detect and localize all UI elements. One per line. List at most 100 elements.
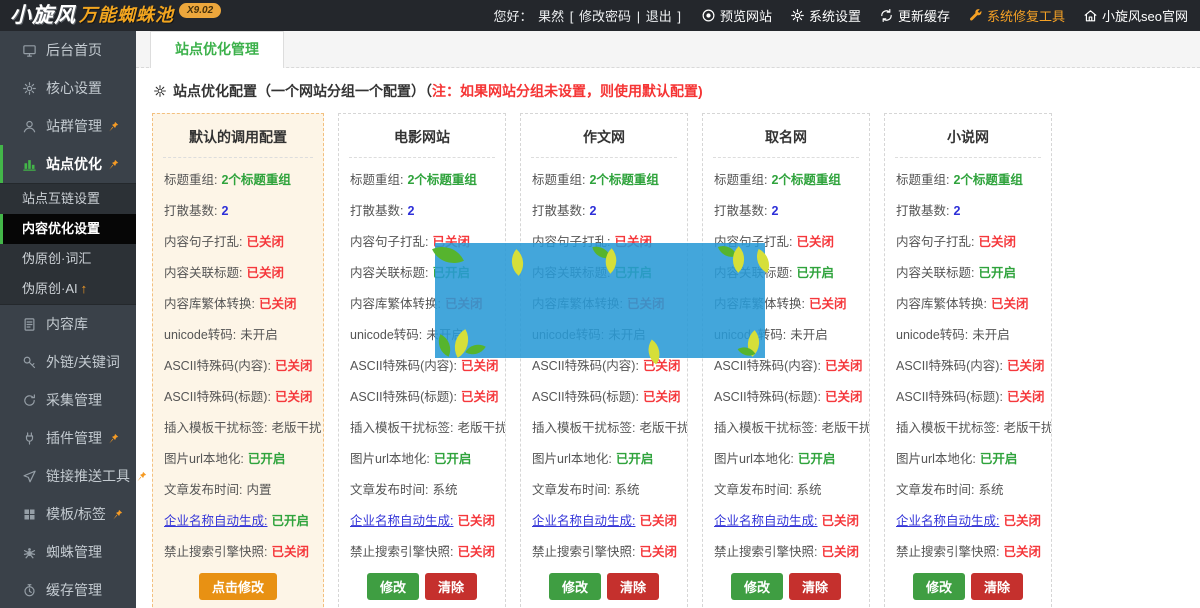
config-row: 禁止搜索引擎快照:已关闭	[153, 535, 323, 566]
config-row: 文章发布时间:内置	[153, 473, 323, 504]
header-menu-system-settings[interactable]: 系统设置	[790, 6, 861, 25]
config-card-novel: 小说网标题重组:2个标题重组打散基数:2内容句子打乱:已关闭内容关联标题:已开启…	[884, 113, 1052, 608]
top-header: 小旋风 万能蜘蛛池 X9.02 您好： 果然 [ 修改密码 | 退出 ] 预览网…	[0, 0, 1200, 31]
grid-icon	[22, 507, 37, 522]
submenu-item-site-interlink[interactable]: 站点互链设置	[0, 184, 136, 214]
card-divider	[895, 157, 1041, 158]
modify-button[interactable]: 修改	[731, 573, 783, 600]
submenu-item-label: 伪原创·词汇	[22, 251, 91, 266]
change-password-link[interactable]: 修改密码	[579, 9, 631, 24]
config-row-value: 老版干扰	[821, 421, 869, 435]
config-row: 企业名称自动生成:已关闭	[521, 504, 687, 535]
tab-site-optimize-management[interactable]: 站点优化管理	[150, 31, 284, 68]
config-row-value: 已开启	[248, 452, 286, 466]
logo-main-text: 小旋风	[10, 1, 76, 30]
modify-button[interactable]: 修改	[913, 573, 965, 600]
sidebar-item-content-library[interactable]: 内容库	[0, 305, 136, 343]
sidebar-item-label: 蜘蛛管理	[46, 542, 102, 562]
config-row-label[interactable]: 企业名称自动生成:	[350, 514, 453, 528]
config-row-value: 已开启	[978, 266, 1016, 280]
sidebar-item-label: 后台首页	[46, 40, 102, 60]
pipe-divider: |	[637, 9, 640, 24]
sidebar-item-template-tags[interactable]: 模板/标签	[0, 495, 136, 533]
sidebar-item-spider-manage[interactable]: 蜘蛛管理	[0, 533, 136, 571]
sync-icon	[22, 393, 37, 408]
config-row-value: 已关闭	[991, 297, 1029, 311]
header-menu-label: 小旋风seo官网	[1102, 6, 1188, 25]
header-menu-official-site[interactable]: 小旋风seo官网	[1083, 6, 1188, 25]
config-row: 禁止搜索引擎快照:已关闭	[521, 535, 687, 566]
config-row-label: 插入模板干扰标签:	[896, 421, 999, 435]
app-logo[interactable]: 小旋风 万能蜘蛛池 X9.02	[0, 1, 221, 30]
config-row-value: 已关闭	[1003, 545, 1041, 559]
click-modify-button[interactable]: 点击修改	[199, 573, 277, 600]
config-row-label[interactable]: 企业名称自动生成:	[714, 514, 817, 528]
config-row-label: 插入模板干扰标签:	[350, 421, 453, 435]
config-row-value: 系统	[432, 483, 457, 497]
config-row-label[interactable]: 企业名称自动生成:	[896, 514, 999, 528]
clear-button[interactable]: 清除	[607, 573, 659, 600]
config-row-label: 图片url本地化:	[896, 452, 976, 466]
config-row-label: 内容关联标题:	[896, 266, 974, 280]
config-row: 标题重组:2个标题重组	[703, 163, 869, 194]
card-divider	[531, 157, 677, 158]
modify-button[interactable]: 修改	[549, 573, 601, 600]
submenu-item-pseudo-original-words[interactable]: 伪原创·词汇	[0, 244, 136, 274]
sidebar-item-label: 站点优化	[46, 154, 102, 174]
config-row-value: 2个标题重组	[407, 173, 476, 187]
header-menu-repair-tools[interactable]: 系统修复工具	[968, 6, 1065, 25]
clear-button[interactable]: 清除	[789, 573, 841, 600]
sidebar-item-label: 模板/标签	[46, 504, 106, 524]
sidebar-item-core-settings[interactable]: 核心设置	[0, 69, 136, 107]
modify-button[interactable]: 修改	[367, 573, 419, 600]
sidebar-item-link-push-tools[interactable]: 链接推送工具	[0, 457, 136, 495]
config-row: 打散基数:2	[339, 194, 505, 225]
card-actions: 修改清除	[703, 566, 869, 608]
header-menu-update-cache[interactable]: 更新缓存	[879, 6, 950, 25]
chart-icon	[22, 157, 37, 172]
sidebar-item-external-links[interactable]: 外链/关键词	[0, 343, 136, 381]
version-badge: X9.02	[179, 3, 221, 18]
pin-icon	[112, 509, 123, 520]
sidebar-item-cache-manage[interactable]: 缓存管理	[0, 571, 136, 608]
config-row: 内容关联标题: 已开启	[885, 256, 1051, 287]
config-row-label[interactable]: 企业名称自动生成:	[164, 514, 267, 528]
config-row-value: 已关闭	[275, 359, 313, 373]
config-row-value: 2	[953, 204, 960, 218]
config-row-label: 禁止搜索引擎快照:	[350, 545, 453, 559]
config-row: 禁止搜索引擎快照:已关闭	[703, 535, 869, 566]
config-row: 内容句子打乱:已关闭	[885, 225, 1051, 256]
header-menu-label: 系统修复工具	[987, 6, 1065, 25]
submenu-item-content-optimize[interactable]: 内容优化设置	[0, 214, 136, 244]
config-row-value: 已开启	[434, 452, 472, 466]
sidebar-item-plugin-manage[interactable]: 插件管理	[0, 419, 136, 457]
header-menu-label: 系统设置	[809, 6, 861, 25]
sidebar-item-collect-manage[interactable]: 采集管理	[0, 381, 136, 419]
clear-button[interactable]: 清除	[971, 573, 1023, 600]
header-menu-preview-site[interactable]: 预览网站	[701, 6, 772, 25]
config-row-label: 图片url本地化:	[164, 452, 244, 466]
config-row-label: 禁止搜索引擎快照:	[714, 545, 817, 559]
config-row-value: 老版干扰	[457, 421, 505, 435]
config-row: 文章发布时间:系统	[339, 473, 505, 504]
config-row: 图片url本地化: 已开启	[153, 442, 323, 473]
config-row-label: unicode转码:	[164, 328, 236, 342]
config-row-label[interactable]: 企业名称自动生成:	[532, 514, 635, 528]
bracket: ]	[677, 9, 681, 24]
sidebar-item-site-optimize[interactable]: 站点优化	[0, 145, 136, 183]
config-row-value: 已关闭	[643, 359, 681, 373]
clear-button[interactable]: 清除	[425, 573, 477, 600]
config-row-label: 文章发布时间:	[896, 483, 974, 497]
card-title: 电影网站	[339, 114, 505, 157]
config-row-label: 内容关联标题:	[164, 266, 242, 280]
config-row-value: 系统	[614, 483, 639, 497]
config-row-value: 未开启	[240, 328, 278, 342]
config-row-value: 2	[407, 204, 414, 218]
sidebar-item-dashboard[interactable]: 后台首页	[0, 31, 136, 69]
config-row-label: ASCII特殊码(标题):	[532, 390, 639, 404]
submenu-item-pseudo-original-ai[interactable]: 伪原创·AI↑	[0, 274, 136, 304]
config-row: 打散基数:2	[153, 194, 323, 225]
sidebar-item-site-group[interactable]: 站群管理	[0, 107, 136, 145]
config-row: 标题重组:2个标题重组	[521, 163, 687, 194]
logout-link[interactable]: 退出	[646, 9, 672, 24]
